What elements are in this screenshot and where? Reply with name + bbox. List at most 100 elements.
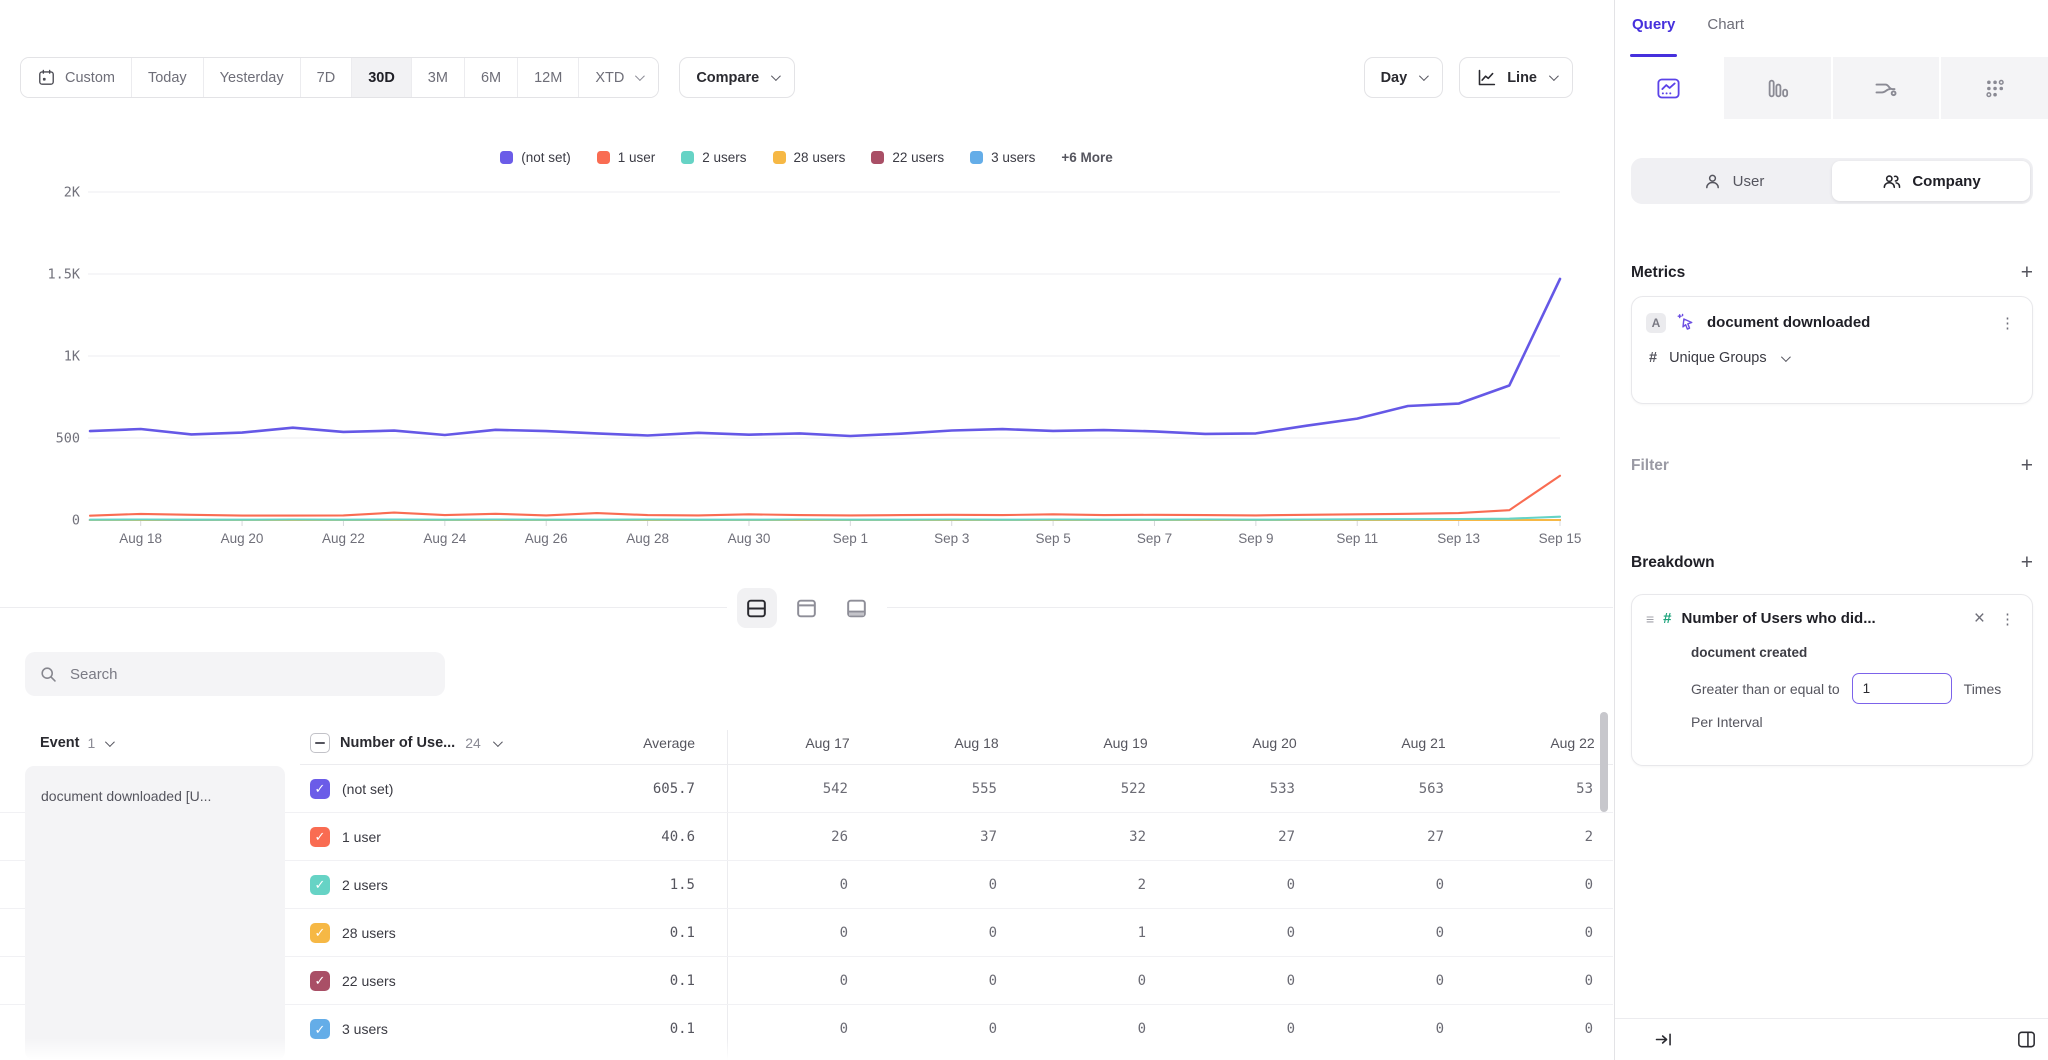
kebab-menu-icon[interactable]: ⋮ bbox=[1997, 610, 2018, 628]
cell-value: 0 bbox=[1051, 1021, 1200, 1037]
split-view-icon bbox=[744, 596, 769, 621]
breakdown-title[interactable]: Number of Users who did... bbox=[1682, 610, 1962, 627]
svg-text:Aug 20: Aug 20 bbox=[221, 531, 264, 546]
panel-layout-icon[interactable] bbox=[2015, 1028, 2038, 1051]
date-range-segmented-control: Custom Today Yesterday 7D 30D 3M 6M 12M … bbox=[20, 57, 659, 98]
chart-type-dotgrid-button[interactable] bbox=[1939, 57, 2048, 119]
table-only-toggle[interactable] bbox=[837, 588, 877, 628]
chart-type-flow-button[interactable] bbox=[1831, 57, 1940, 119]
series-checkbox[interactable]: ✓ bbox=[310, 827, 330, 847]
metrics-heading: Metrics bbox=[1631, 264, 1685, 282]
dot-grid-icon bbox=[1981, 75, 2008, 102]
chart-toolbar: Custom Today Yesterday 7D 30D 3M 6M 12M … bbox=[0, 57, 1613, 98]
cell-value: 0 bbox=[1200, 925, 1349, 941]
range-yesterday-button[interactable]: Yesterday bbox=[204, 58, 301, 97]
series-column-dropdown[interactable]: Number of Use... 24 bbox=[310, 733, 500, 753]
chart-only-toggle[interactable] bbox=[787, 588, 827, 628]
user-icon bbox=[1702, 171, 1723, 192]
series-checkbox[interactable]: ✓ bbox=[310, 923, 330, 943]
svg-text:Aug 28: Aug 28 bbox=[626, 531, 669, 546]
condition-unit-label: Times bbox=[1964, 681, 2002, 697]
breakdown-condition-row: Greater than or equal to Times bbox=[1691, 673, 2018, 704]
collapse-panel-icon[interactable] bbox=[1653, 1029, 1674, 1050]
event-name[interactable]: document downloaded [U... bbox=[41, 788, 273, 804]
cell-value: 0 bbox=[902, 973, 1051, 989]
metrics-section-header: Metrics + bbox=[1631, 262, 2033, 283]
filter-section-header: Filter + bbox=[1631, 455, 2033, 476]
series-checkbox[interactable]: ✓ bbox=[310, 971, 330, 991]
table-scrollbar[interactable] bbox=[1600, 712, 1608, 812]
series-checkbox[interactable]: ✓ bbox=[310, 779, 330, 799]
kebab-menu-icon[interactable]: ⋮ bbox=[1997, 314, 2018, 332]
range-custom-button[interactable]: Custom bbox=[21, 58, 132, 97]
tab-chart[interactable]: Chart bbox=[1707, 16, 1744, 57]
condition-value-input[interactable] bbox=[1852, 673, 1952, 704]
cell-value: 32 bbox=[1051, 829, 1200, 845]
chevron-down-icon bbox=[1419, 71, 1429, 81]
range-3m-button[interactable]: 3M bbox=[412, 58, 465, 97]
average-value: 0.1 bbox=[560, 925, 710, 941]
range-6m-button[interactable]: 6M bbox=[465, 58, 518, 97]
chevron-down-icon bbox=[1781, 352, 1791, 362]
scope-user-option[interactable]: User bbox=[1634, 161, 1832, 201]
range-xtd-button[interactable]: XTD bbox=[579, 58, 658, 97]
cell-value: 0 bbox=[753, 877, 902, 893]
layout-toggle-group bbox=[727, 586, 887, 630]
cell-value: 27 bbox=[1200, 829, 1349, 845]
cell-value: 0 bbox=[902, 877, 1051, 893]
average-value: 605.7 bbox=[560, 781, 710, 797]
series-checkbox[interactable]: ✓ bbox=[310, 875, 330, 895]
metric-measure-dropdown[interactable]: # Unique Groups bbox=[1646, 350, 2018, 366]
bar-chart-icon bbox=[1764, 75, 1791, 102]
event-column-dropdown[interactable]: Event 1 bbox=[40, 735, 112, 751]
select-all-checkbox[interactable] bbox=[310, 733, 330, 753]
cell-value: 522 bbox=[1051, 781, 1200, 797]
line-chart-icon bbox=[1476, 67, 1497, 88]
chart-type-line-button[interactable] bbox=[1615, 57, 1722, 119]
check-icon: ✓ bbox=[315, 974, 326, 987]
range-30d-button[interactable]: 30D bbox=[352, 58, 412, 97]
svg-text:Sep 13: Sep 13 bbox=[1437, 531, 1480, 546]
search-input[interactable] bbox=[70, 666, 431, 683]
cell-value: 0 bbox=[902, 925, 1051, 941]
main-area: Custom Today Yesterday 7D 30D 3M 6M 12M … bbox=[0, 0, 1613, 1060]
metric-event-name[interactable]: document downloaded bbox=[1707, 314, 1987, 331]
average-value: 40.6 bbox=[560, 829, 710, 845]
chart-type-bar-button[interactable] bbox=[1722, 57, 1831, 119]
cell-value: 0 bbox=[1349, 1021, 1498, 1037]
cell-value: 0 bbox=[1498, 925, 1613, 941]
range-12m-button[interactable]: 12M bbox=[518, 58, 579, 97]
compare-button[interactable]: Compare bbox=[679, 57, 795, 98]
cell-value: 26 bbox=[753, 829, 902, 845]
svg-text:Aug 26: Aug 26 bbox=[525, 531, 568, 546]
svg-text:500: 500 bbox=[56, 431, 80, 447]
tab-query[interactable]: Query bbox=[1632, 16, 1675, 57]
cell-value: 2 bbox=[1051, 877, 1200, 893]
add-filter-button[interactable]: + bbox=[2021, 455, 2033, 476]
cell-value: 0 bbox=[1498, 1021, 1613, 1037]
flow-chart-icon bbox=[1872, 75, 1899, 102]
cell-value: 0 bbox=[753, 1021, 902, 1037]
add-breakdown-button[interactable]: + bbox=[2021, 552, 2033, 573]
drag-handle-icon[interactable]: ≡ bbox=[1646, 611, 1653, 627]
average-value: 0.1 bbox=[560, 973, 710, 989]
cell-value: 0 bbox=[1498, 877, 1613, 893]
close-icon[interactable]: × bbox=[1972, 609, 1987, 628]
breakdown-event-name[interactable]: document created bbox=[1691, 645, 2018, 660]
users-icon bbox=[1881, 171, 1902, 192]
series-checkbox[interactable]: ✓ bbox=[310, 1019, 330, 1039]
scope-company-option[interactable]: Company bbox=[1832, 161, 2030, 201]
split-view-toggle[interactable] bbox=[737, 588, 777, 628]
interval-dropdown[interactable]: Day bbox=[1364, 57, 1444, 98]
chart-type-dropdown[interactable]: Line bbox=[1459, 57, 1573, 98]
cell-value: 53 bbox=[1498, 781, 1613, 797]
series-label: (not set) bbox=[342, 781, 560, 797]
cell-value: 533 bbox=[1200, 781, 1349, 797]
check-icon: ✓ bbox=[315, 830, 326, 843]
range-7d-button[interactable]: 7D bbox=[301, 58, 353, 97]
add-metric-button[interactable]: + bbox=[2021, 262, 2033, 283]
breakdown-per-interval: Per Interval bbox=[1691, 714, 2018, 730]
range-today-button[interactable]: Today bbox=[132, 58, 204, 97]
column-header-date: Aug 17 bbox=[753, 735, 902, 751]
line-chart-canvas: 05001K1.5K2KAug 18Aug 20Aug 22Aug 24Aug … bbox=[0, 140, 1613, 555]
